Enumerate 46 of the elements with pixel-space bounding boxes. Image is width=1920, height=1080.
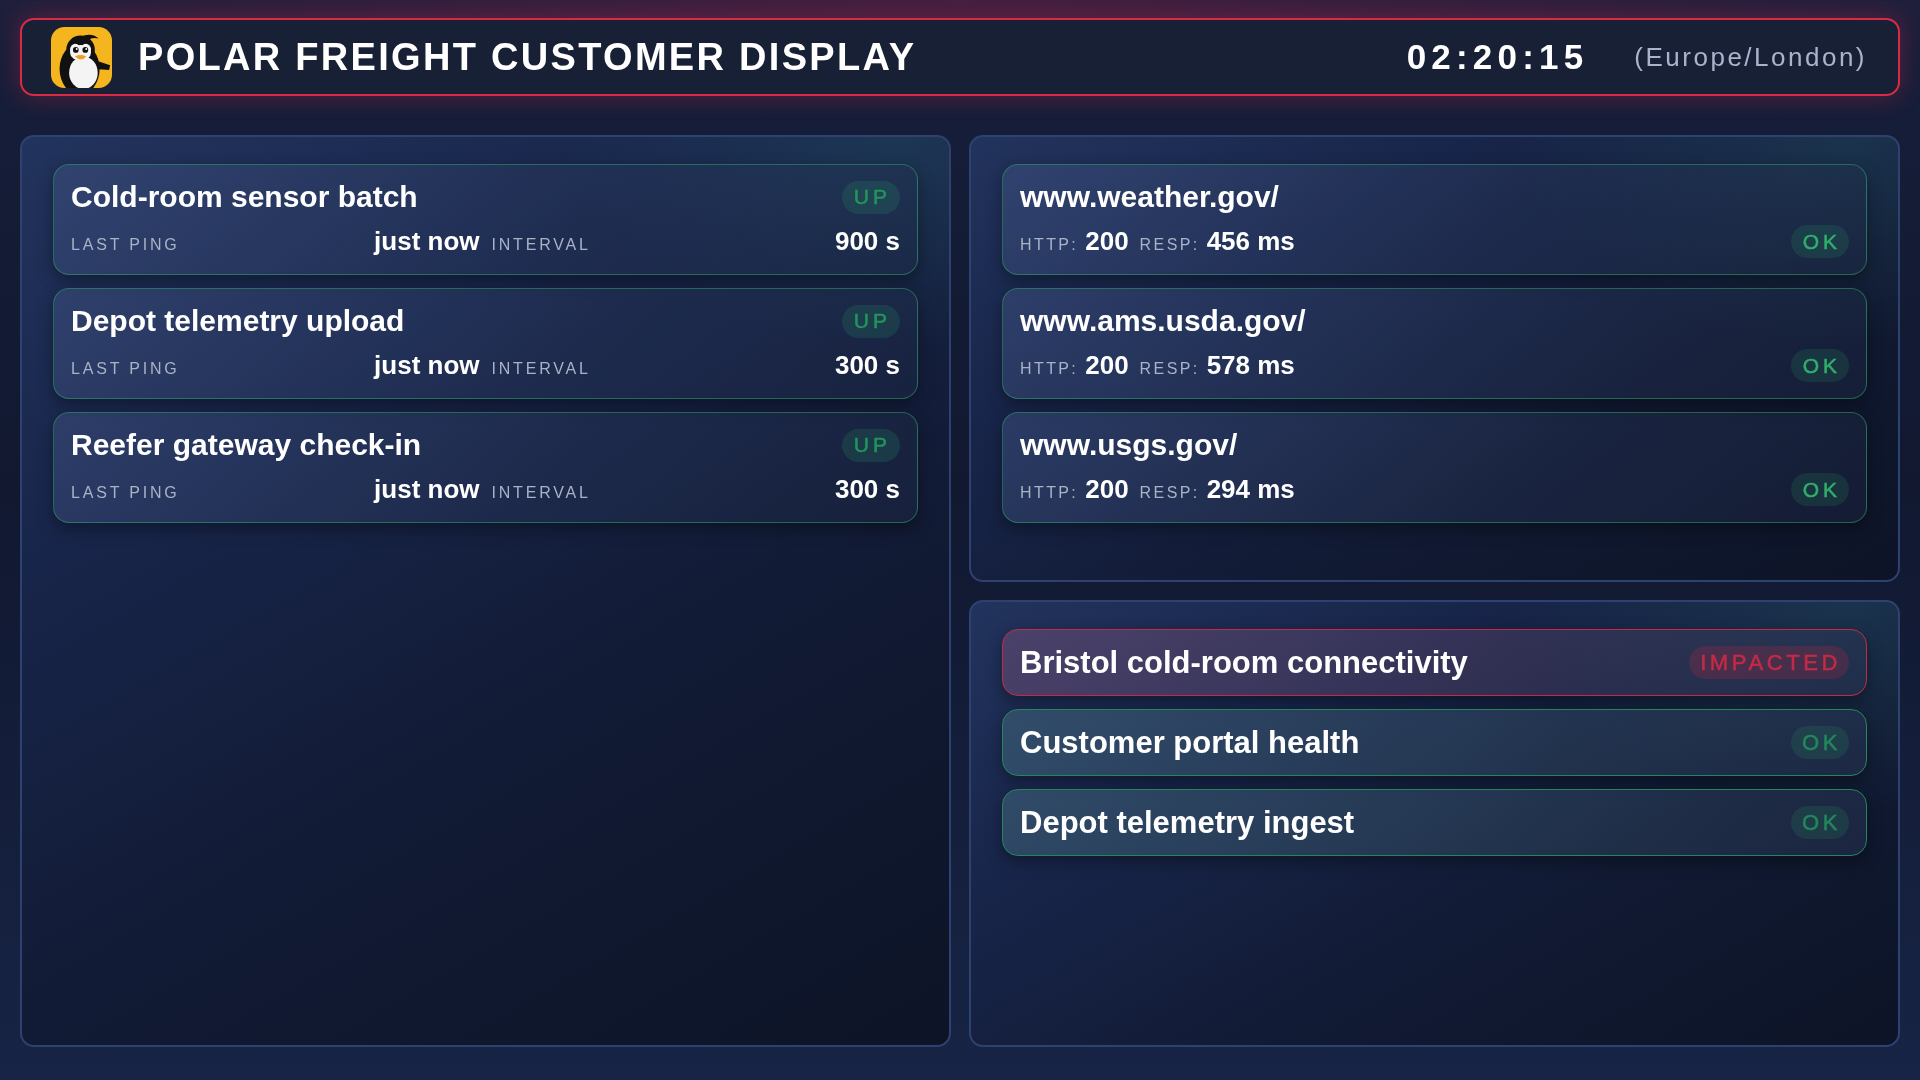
response-time: 578 ms	[1206, 350, 1295, 381]
interval-value: 300 s	[834, 474, 900, 505]
status-badge: UP	[841, 304, 900, 338]
monitor-name: Cold-room sensor batch	[71, 179, 418, 215]
status-badge: OK	[1790, 225, 1849, 258]
service-name: Customer portal health	[1020, 724, 1360, 761]
resp-label: RESP:	[1139, 484, 1200, 502]
endpoint-url: www.ams.usda.gov/	[1020, 303, 1306, 339]
http-label: HTTP:	[1020, 360, 1079, 378]
http-code: 200	[1085, 226, 1129, 257]
status-badge: OK	[1791, 806, 1849, 839]
http-code: 200	[1085, 350, 1129, 381]
endpoint-url: www.weather.gov/	[1020, 179, 1279, 215]
clock-time: 02:20:15	[1406, 37, 1589, 77]
status-badge: UP	[841, 180, 900, 214]
interval-label: INTERVAL	[491, 484, 591, 502]
http-label: HTTP:	[1020, 484, 1079, 502]
last-ping-label: LAST PING	[71, 236, 180, 254]
timezone-label: (Europe/London)	[1634, 41, 1867, 73]
monitor-name: Reefer gateway check-in	[71, 427, 422, 463]
monitor-name: Depot telemetry upload	[71, 303, 405, 339]
last-ping-value: just now	[374, 350, 480, 381]
interval-value: 300 s	[834, 350, 900, 381]
interval-value: 900 s	[834, 226, 900, 257]
status-badge: OK	[1790, 473, 1849, 506]
status-badge: OK	[1790, 349, 1849, 382]
service-name: Bristol cold-room connectivity	[1020, 644, 1468, 681]
interval-label: INTERVAL	[491, 236, 591, 254]
app-title: POLAR FREIGHT CUSTOMER DISPLAY	[138, 35, 917, 79]
response-time: 456 ms	[1206, 226, 1295, 257]
response-time: 294 ms	[1206, 474, 1295, 505]
http-label: HTTP:	[1020, 236, 1079, 254]
status-badge: IMPACTED	[1689, 646, 1849, 679]
http-code: 200	[1085, 474, 1129, 505]
resp-label: RESP:	[1139, 236, 1200, 254]
penguin-logo	[51, 26, 112, 88]
last-ping-value: just now	[374, 474, 480, 505]
status-badge: OK	[1791, 726, 1849, 759]
last-ping-value: just now	[374, 226, 480, 257]
interval-label: INTERVAL	[491, 360, 591, 378]
service-name: Depot telemetry ingest	[1020, 804, 1355, 841]
resp-label: RESP:	[1139, 360, 1200, 378]
status-badge: UP	[841, 428, 900, 462]
last-ping-label: LAST PING	[71, 484, 180, 502]
endpoint-url: www.usgs.gov/	[1020, 427, 1238, 463]
last-ping-label: LAST PING	[71, 360, 180, 378]
